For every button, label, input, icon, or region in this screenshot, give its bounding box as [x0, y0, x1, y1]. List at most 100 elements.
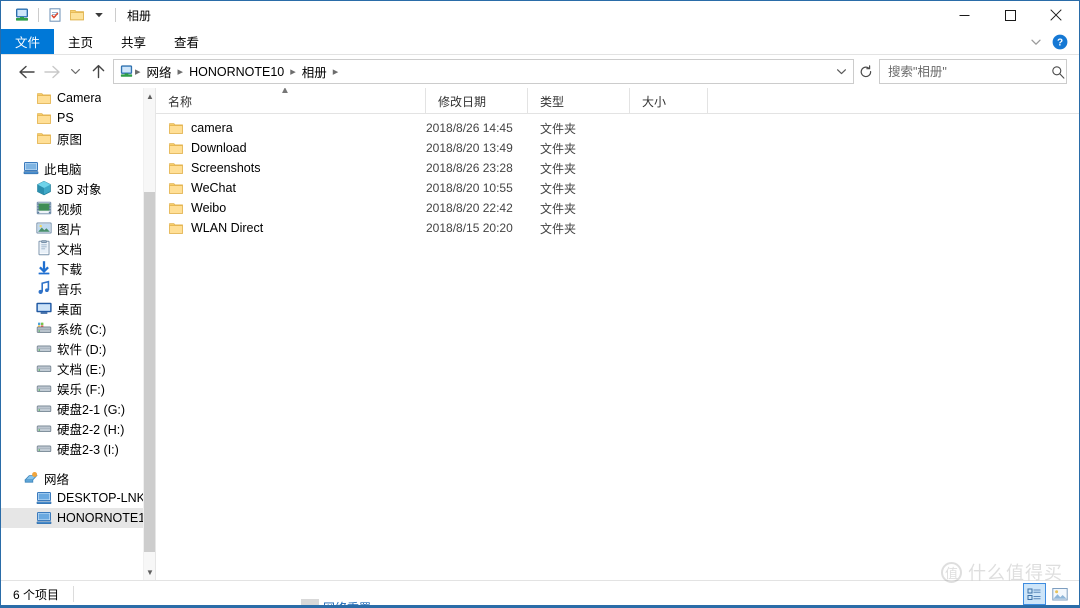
- sidebar-item-11[interactable]: 桌面: [1, 298, 143, 318]
- sidebar-item-label: 娱乐 (F:): [57, 382, 105, 397]
- file-name-cell[interactable]: WLAN Direct: [156, 220, 426, 236]
- sidebar-item-21[interactable]: DESKTOP-LNK: [1, 488, 143, 508]
- scroll-down-arrow-icon[interactable]: ▼: [144, 564, 155, 580]
- file-name-cell[interactable]: Download: [156, 140, 426, 156]
- sidebar-item-1[interactable]: PS: [1, 108, 143, 128]
- close-button[interactable]: [1033, 1, 1079, 29]
- address-pc-icon: [119, 64, 134, 79]
- tab-file[interactable]: 文件: [1, 29, 55, 54]
- sidebar-item-13[interactable]: 软件 (D:): [1, 338, 143, 358]
- tab-home[interactable]: 主页: [54, 29, 107, 54]
- table-row[interactable]: Screenshots 2018/8/26 23:28 文件夹: [156, 158, 1079, 178]
- file-name-cell[interactable]: WeChat: [156, 180, 426, 196]
- breadcrumb-separator[interactable]: ▸: [177, 65, 185, 78]
- sidebar-item-2[interactable]: 原图: [1, 128, 143, 148]
- table-row[interactable]: Download 2018/8/20 13:49 文件夹: [156, 138, 1079, 158]
- search-input[interactable]: [880, 64, 1049, 79]
- sidebar-item-label: 硬盘2-2 (H:): [57, 422, 125, 437]
- scrollbar-thumb[interactable]: [144, 192, 155, 552]
- explorer-body: Camera PS 原图此电脑 3D 对象 视频 图片 文档 下载音乐 桌面 系统 (C:) 软件 …: [1, 88, 1079, 580]
- file-name-cell[interactable]: camera: [156, 120, 426, 136]
- sidebar-item-22[interactable]: HONORNOTE1: [1, 508, 143, 528]
- table-row[interactable]: WeChat 2018/8/20 10:55 文件夹: [156, 178, 1079, 198]
- system-drive-icon: [35, 320, 53, 336]
- breadcrumb-separator[interactable]: ▸: [332, 65, 340, 78]
- sidebar-item-16[interactable]: 硬盘2-1 (G:): [1, 398, 143, 418]
- tab-view[interactable]: 查看: [160, 29, 213, 54]
- sidebar-item-label: HONORNOTE1: [57, 511, 143, 525]
- refresh-button[interactable]: [855, 60, 877, 83]
- ribbon-tab-bar: 文件 主页 共享 查看 ?: [1, 29, 1079, 54]
- sidebar-item-15[interactable]: 娱乐 (F:): [1, 378, 143, 398]
- column-header-size[interactable]: 大小: [630, 88, 708, 114]
- sidebar-item-7[interactable]: 图片: [1, 218, 143, 238]
- sidebar-item-9[interactable]: 下载: [1, 258, 143, 278]
- sidebar-item-label: 硬盘2-1 (G:): [57, 402, 126, 417]
- nav-group-spacer: [1, 458, 143, 468]
- computer-node-icon: [35, 510, 53, 526]
- view-mode-buttons: [1023, 583, 1071, 605]
- sidebar-item-4[interactable]: 此电脑: [1, 158, 143, 178]
- details-view-button[interactable]: [1023, 583, 1046, 605]
- sidebar-item-18[interactable]: 硬盘2-3 (I:): [1, 438, 143, 458]
- breadcrumb-item-device[interactable]: HONORNOTE10: [184, 65, 289, 79]
- sidebar-item-17[interactable]: 硬盘2-2 (H:): [1, 418, 143, 438]
- sidebar-item-14[interactable]: 文档 (E:): [1, 358, 143, 378]
- column-header-type-label: 类型: [540, 94, 565, 109]
- new-folder-icon[interactable]: [66, 4, 88, 26]
- sidebar-item-label: 音乐: [57, 282, 83, 297]
- properties-icon[interactable]: [44, 4, 66, 26]
- file-name-label: WLAN Direct: [191, 221, 264, 235]
- breadcrumb-separator[interactable]: ▸: [134, 65, 142, 78]
- sidebar-item-10[interactable]: 音乐: [1, 278, 143, 298]
- forward-button[interactable]: [39, 59, 65, 85]
- desktop-icon: [35, 300, 53, 316]
- maximize-button[interactable]: [987, 1, 1033, 29]
- file-name-cell[interactable]: Screenshots: [156, 160, 426, 176]
- table-row[interactable]: Weibo 2018/8/20 22:42 文件夹: [156, 198, 1079, 218]
- sidebar-item-0[interactable]: Camera: [1, 88, 143, 108]
- search-icon[interactable]: [1049, 65, 1066, 79]
- sidebar-item-20[interactable]: 网络: [1, 468, 143, 488]
- breadcrumb-item-folder[interactable]: 相册: [297, 62, 332, 81]
- chevron-down-icon[interactable]: [1025, 31, 1047, 53]
- address-bar[interactable]: ▸ 网络 ▸ HONORNOTE10 ▸ 相册 ▸: [113, 59, 854, 84]
- sidebar-item-6[interactable]: 视频: [1, 198, 143, 218]
- up-button[interactable]: [85, 59, 111, 85]
- recent-locations-button[interactable]: [65, 59, 85, 85]
- table-row[interactable]: WLAN Direct 2018/8/15 20:20 文件夹: [156, 218, 1079, 238]
- back-button[interactable]: [13, 59, 39, 85]
- 3d-objects-icon: [35, 180, 53, 196]
- breadcrumb-item-network[interactable]: 网络: [142, 62, 177, 81]
- search-box[interactable]: [879, 59, 1067, 84]
- table-row[interactable]: camera 2018/8/26 14:45 文件夹: [156, 118, 1079, 138]
- scroll-up-arrow-icon[interactable]: ▲: [144, 88, 155, 104]
- toolbar-divider-2: [115, 8, 116, 22]
- help-icon[interactable]: ?: [1049, 31, 1071, 53]
- customize-dropdown-icon[interactable]: [88, 4, 110, 26]
- folder-icon: [35, 110, 53, 126]
- column-header-date[interactable]: 修改日期: [426, 88, 528, 114]
- sidebar-item-8[interactable]: 文档: [1, 238, 143, 258]
- navigation-scrollbar[interactable]: ▲ ▼: [143, 88, 155, 580]
- breadcrumb-separator[interactable]: ▸: [289, 65, 297, 78]
- chevron-down-icon[interactable]: [830, 60, 852, 83]
- tab-share[interactable]: 共享: [107, 29, 160, 54]
- column-header-type[interactable]: 类型: [528, 88, 630, 114]
- drive-icon: [35, 400, 53, 416]
- sidebar-item-label: DESKTOP-LNK: [57, 491, 143, 505]
- pc-icon[interactable]: [11, 4, 33, 26]
- computer-icon: [22, 160, 40, 176]
- sidebar-item-label: 3D 对象: [57, 182, 102, 197]
- sidebar-item-5[interactable]: 3D 对象: [1, 178, 143, 198]
- file-name-cell[interactable]: Weibo: [156, 200, 426, 216]
- file-type-cell: 文件夹: [540, 201, 577, 216]
- minimize-button[interactable]: [941, 1, 987, 29]
- large-icons-view-button[interactable]: [1048, 583, 1071, 605]
- ribbon-right-controls: ?: [1025, 29, 1079, 54]
- sidebar-item-12[interactable]: 系统 (C:): [1, 318, 143, 338]
- sidebar-item-label: PS: [57, 111, 74, 125]
- column-header-name[interactable]: 名称 ▲: [156, 88, 426, 114]
- sidebar-item-label: 软件 (D:): [57, 342, 107, 357]
- file-date-cell: 2018/8/26 23:28: [426, 161, 513, 175]
